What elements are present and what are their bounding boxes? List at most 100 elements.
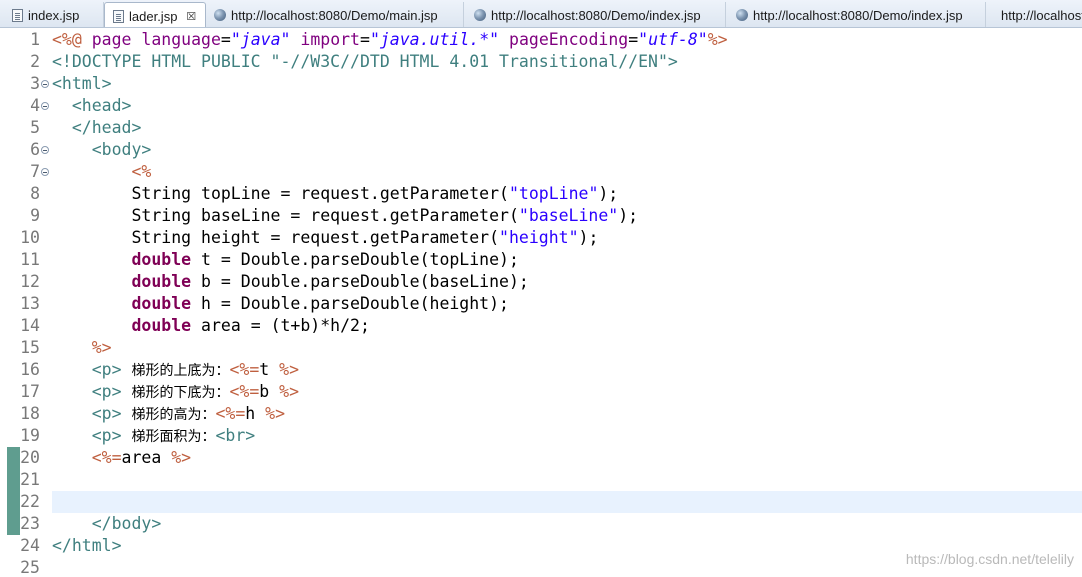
tab-2[interactable]: http://localhost:8080/Demo/main.jsp xyxy=(206,2,464,27)
code-token: t xyxy=(259,360,280,379)
tab-label: http://localhost:8080/Demo/main.jsp xyxy=(231,7,438,23)
code-token: language xyxy=(141,30,221,49)
code-text: double t = Double.parseDouble(topLine); xyxy=(52,249,518,271)
code-token: h = Double.parseDouble(height); xyxy=(191,294,509,313)
fold-toggle-icon[interactable] xyxy=(41,102,49,110)
code-token: </body> xyxy=(52,514,162,533)
code-token: <% xyxy=(52,162,152,181)
code-token: %> xyxy=(171,448,192,467)
code-text: <%@ page language="java" import="java.ut… xyxy=(52,29,728,51)
code-editor[interactable]: 1 <%@ page language="java" import="java.u… xyxy=(0,28,1082,577)
code-text: <!DOCTYPE HTML PUBLIC "-//W3C//DTD HTML … xyxy=(52,51,678,73)
code-line[interactable]: 17 <p> 梯形的下底为：<%=b %> xyxy=(0,381,1082,403)
tab-1[interactable]: lader.jsp ☒ xyxy=(104,2,206,27)
code-line[interactable]: 20 <%=area %> xyxy=(0,447,1082,469)
code-token: pageEncoding xyxy=(509,30,629,49)
code-text: double area = (t+b)*h/2; xyxy=(52,315,369,337)
code-line[interactable]: 23 </body> xyxy=(0,513,1082,535)
code-token: b xyxy=(259,382,280,401)
code-token: > xyxy=(667,52,678,71)
code-text: <p> 梯形面积为：<br> xyxy=(52,425,256,448)
code-token: "utf-8" xyxy=(638,30,708,49)
code-line[interactable]: 2 <!DOCTYPE HTML PUBLIC "-//W3C//DTD HTML… xyxy=(0,51,1082,73)
code-text: <p> 梯形的上底为：<%=t %> xyxy=(52,359,299,382)
globe-icon xyxy=(736,9,748,21)
line-number: 20 xyxy=(20,448,40,467)
code-line[interactable]: 13 double h = Double.parseDouble(height)… xyxy=(0,293,1082,315)
code-line[interactable]: 9 String baseLine = request.getParameter… xyxy=(0,205,1082,227)
code-text: String topLine = request.getParameter("t… xyxy=(52,183,618,205)
code-token: <p> xyxy=(52,426,132,445)
code-token: <%= xyxy=(215,404,246,423)
tab-label: http://localhost:8080/Demo/index.jsp xyxy=(753,7,963,23)
code-line[interactable]: 7 <% xyxy=(0,161,1082,183)
code-token: <%= xyxy=(229,382,260,401)
code-line[interactable]: 5 </head> xyxy=(0,117,1082,139)
code-line[interactable]: 10 String height = request.getParameter(… xyxy=(0,227,1082,249)
code-token: <p> xyxy=(52,360,132,379)
code-text: double h = Double.parseDouble(height); xyxy=(52,293,509,315)
code-line[interactable]: 4 <head> xyxy=(0,95,1082,117)
code-token: "baseLine" xyxy=(518,206,619,225)
code-text: <% xyxy=(52,161,151,183)
code-line[interactable]: 18 <p> 梯形的高为：<%=h %> xyxy=(0,403,1082,425)
code-line[interactable]: 19 <p> 梯形面积为：<br> xyxy=(0,425,1082,447)
code-line[interactable]: 21 xyxy=(0,469,1082,491)
code-line[interactable]: 6 <body> xyxy=(0,139,1082,161)
line-number: 18 xyxy=(20,404,40,423)
watermark: https://blog.csdn.net/telelily xyxy=(905,551,1074,567)
code-token: <br> xyxy=(215,426,256,445)
tab-0[interactable]: index.jsp xyxy=(4,2,104,27)
line-number: 8 xyxy=(30,184,40,203)
code-line[interactable]: 22 xyxy=(0,491,1082,513)
code-line[interactable]: 1 <%@ page language="java" import="java.u… xyxy=(0,29,1082,51)
code-line[interactable]: 16 <p> 梯形的上底为：<%=t %> xyxy=(0,359,1082,381)
line-number: 4 xyxy=(30,96,40,115)
tab-5[interactable]: http://localhost:8080/Demo/index.jsp xyxy=(988,2,1082,27)
tab-label: index.jsp xyxy=(28,7,80,23)
line-number: 3 xyxy=(30,74,40,93)
line-number: 14 xyxy=(20,316,40,335)
code-token: double xyxy=(131,316,192,335)
tab-label: lader.jsp xyxy=(129,8,178,24)
code-line[interactable]: 11 double t = Double.parseDouble(topLine… xyxy=(0,249,1082,271)
code-line[interactable]: 12 double b = Double.parseDouble(baseLin… xyxy=(0,271,1082,293)
line-number: 10 xyxy=(20,228,40,247)
code-token: <html> xyxy=(52,74,112,93)
code-token: 梯形的高为： xyxy=(131,407,216,423)
editor-tab-bar: index.jsp lader.jsp ☒ http://localhost:8080… xyxy=(0,0,1082,28)
code-token: import xyxy=(300,30,360,49)
code-token: h xyxy=(245,404,266,423)
code-line[interactable]: 14 double area = (t+b)*h/2; xyxy=(0,315,1082,337)
fold-toggle-icon[interactable] xyxy=(41,146,49,154)
fold-toggle-icon[interactable] xyxy=(41,80,49,88)
line-number: 25 xyxy=(20,558,40,577)
code-line[interactable]: 15 %> xyxy=(0,337,1082,359)
code-line[interactable]: 3 <html> xyxy=(0,73,1082,95)
code-text: String height = request.getParameter("he… xyxy=(52,227,598,249)
tab-3[interactable]: http://localhost:8080/Demo/index.jsp xyxy=(466,2,726,27)
code-token: %> xyxy=(279,360,300,379)
code-line[interactable]: 8 String topLine = request.getParameter(… xyxy=(0,183,1082,205)
fold-toggle-icon[interactable] xyxy=(41,168,49,176)
tab-label: http://localhost:8080/Demo/index.jsp xyxy=(491,7,701,23)
close-tab-icon[interactable]: ☒ xyxy=(186,10,196,23)
code-text: <html> xyxy=(52,73,112,95)
line-number: 16 xyxy=(20,360,40,379)
line-number: 11 xyxy=(20,250,40,269)
code-token: </html> xyxy=(52,536,122,555)
code-token: page xyxy=(91,30,142,49)
code-token: double xyxy=(131,272,192,291)
code-token: %> xyxy=(707,30,728,49)
code-token: "java.util.*" xyxy=(369,30,500,49)
code-token: String topLine = request.getParameter( xyxy=(52,184,509,203)
line-number: 5 xyxy=(30,118,40,137)
code-token: %> xyxy=(279,382,300,401)
code-text: </html> xyxy=(52,535,122,557)
line-number: 21 xyxy=(20,470,40,489)
tab-4[interactable]: http://localhost:8080/Demo/index.jsp xyxy=(728,2,986,27)
